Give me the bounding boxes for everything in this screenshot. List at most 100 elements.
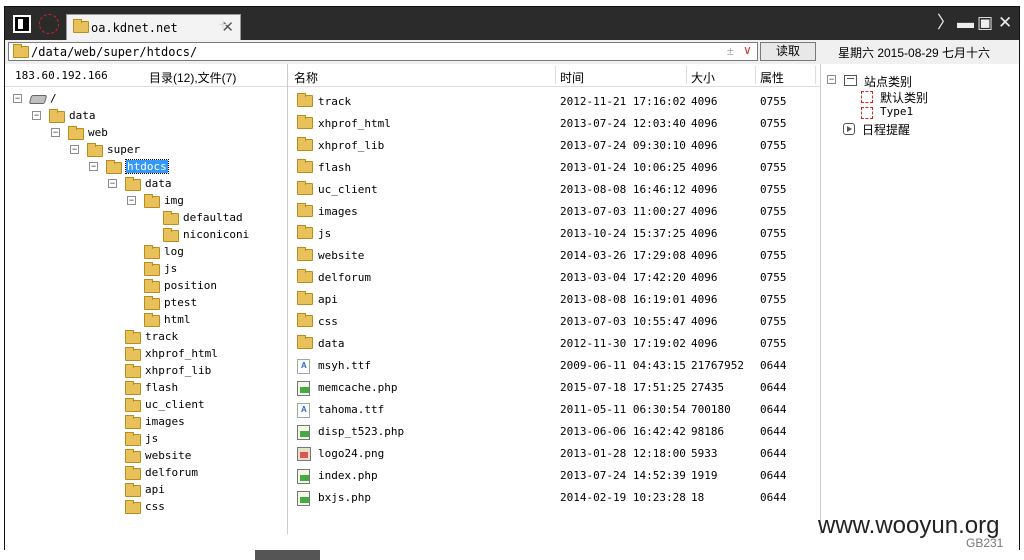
collapse-toggle[interactable]: −	[108, 179, 117, 188]
schedule-icon	[843, 123, 855, 135]
tree-node-label: uc_client	[145, 398, 205, 411]
background-bottom-strip	[0, 550, 1024, 560]
tree-node-label: api	[145, 483, 165, 496]
tree-node[interactable]: − data	[32, 108, 212, 125]
tree-node[interactable]: api	[108, 482, 288, 499]
tab-oa-kdnet[interactable]: oa.kdnet.net ✕	[66, 14, 241, 40]
column-header-attr[interactable]: 属性	[760, 69, 784, 86]
tree-node[interactable]: track	[108, 329, 288, 346]
collapse-toggle[interactable]: −	[32, 111, 41, 120]
tree-node-label: /	[50, 92, 57, 105]
minimize-button[interactable]: ▬	[957, 14, 974, 32]
file-size: 4096	[691, 117, 718, 130]
record-icon[interactable]	[39, 14, 59, 34]
file-name: website	[318, 249, 365, 262]
collapse-toggle[interactable]: −	[89, 162, 98, 171]
folder-icon	[125, 332, 141, 344]
file-name: track	[318, 95, 352, 108]
file-row[interactable]: logo24.png 2013-01-28 12:18:00 5933 0644	[288, 443, 818, 465]
collapse-toggle[interactable]: −	[70, 145, 79, 154]
new-tab-button[interactable]: +	[218, 15, 228, 35]
close-window-button[interactable]: ✕	[998, 14, 1012, 32]
tree-node-label: defaultad	[183, 211, 243, 224]
collapse-toggle[interactable]: −	[13, 94, 22, 103]
tree-node-label: data	[145, 177, 172, 190]
tree-node[interactable]: xhprof_lib	[108, 363, 288, 380]
file-row[interactable]: memcache.php 2015-07-18 17:51:25 27435 0644	[288, 377, 818, 399]
tree-node-default-category[interactable]: 默认类别	[861, 88, 981, 105]
tree-node[interactable]: css	[108, 499, 288, 516]
chevron-right-icon[interactable]: 〉	[937, 14, 954, 32]
file-row[interactable]: index.php 2013-07-24 14:52:39 1919 0644	[288, 465, 818, 487]
file-row[interactable]: website 2014-03-26 17:29:08 4096 0755	[288, 245, 818, 267]
tree-node-site-category[interactable]: − 站点类别	[827, 72, 947, 89]
tree-node[interactable]: flash	[108, 380, 288, 397]
tree-node[interactable]: − super	[70, 142, 250, 159]
file-attr: 0755	[760, 249, 787, 262]
column-divider[interactable]	[555, 66, 556, 84]
file-row[interactable]: xhprof_lib 2013-07-24 09:30:10 4096 0755	[288, 135, 818, 157]
file-time: 2013-07-24 09:30:10	[560, 139, 686, 152]
folder-icon	[297, 95, 313, 107]
file-row[interactable]: images 2013-07-03 11:00:27 4096 0755	[288, 201, 818, 223]
tree-node[interactable]: − web	[51, 125, 231, 142]
folder-icon	[125, 383, 141, 395]
column-header-size[interactable]: 大小	[691, 69, 715, 86]
background-tab	[255, 550, 320, 560]
file-row[interactable]: bxjs.php 2014-02-19 10:23:28 18 0644	[288, 487, 818, 509]
tree-node[interactable]: website	[108, 448, 288, 465]
chevron-down-icon[interactable]: ∨	[743, 43, 752, 57]
file-row[interactable]: disp_t523.php 2013-06-06 16:42:42 98186 064…	[288, 421, 818, 443]
column-divider[interactable]	[755, 66, 756, 84]
column-header-time[interactable]: 时间	[560, 69, 584, 86]
collapse-toggle[interactable]: −	[51, 128, 60, 137]
tree-node-label: web	[88, 126, 108, 139]
tree-node[interactable]: log	[127, 244, 307, 261]
file-size: 4096	[691, 161, 718, 174]
path-input[interactable]	[31, 44, 711, 59]
type1-label: Type1	[880, 105, 914, 118]
tree-node[interactable]: xhprof_html	[108, 346, 288, 363]
tree-node[interactable]: images	[108, 414, 288, 431]
file-row[interactable]: xhprof_html 2013-07-24 12:03:40 4096 0755	[288, 113, 818, 135]
file-row[interactable]: flash 2013-01-24 10:06:25 4096 0755	[288, 157, 818, 179]
app-icon[interactable]	[13, 15, 31, 33]
file-size: 4096	[691, 293, 718, 306]
file-size: 4096	[691, 315, 718, 328]
tree-node[interactable]: − htdocs	[89, 159, 269, 176]
file-row[interactable]: uc_client 2013-08-08 16:46:12 4096 0755	[288, 179, 818, 201]
file-attr: 0755	[760, 117, 787, 130]
tree-node-label: niconiconi	[183, 228, 250, 241]
tree-node-type1[interactable]: Type1	[861, 104, 981, 121]
plus-minus-icon[interactable]: ±	[727, 44, 734, 58]
file-row[interactable]: data 2012-11-30 17:19:02 4096 0755	[288, 333, 818, 355]
column-header-name[interactable]: 名称	[294, 69, 318, 86]
tree-node[interactable]: html	[127, 312, 307, 329]
file-name: disp_t523.php	[318, 425, 405, 438]
tree-node[interactable]: js	[127, 261, 307, 278]
tree-node[interactable]: position	[127, 278, 307, 295]
file-row[interactable]: api 2013-08-08 16:19:01 4096 0755	[288, 289, 818, 311]
file-attr: 0755	[760, 337, 787, 350]
tree-node[interactable]: ptest	[127, 295, 307, 312]
read-button[interactable]: 读取	[760, 42, 816, 61]
collapse-toggle[interactable]: −	[827, 75, 836, 84]
tree-node-schedule[interactable]: 日程提醒	[843, 120, 963, 137]
tree-node[interactable]: − /	[13, 91, 193, 108]
file-row[interactable]: msyh.ttf 2009-06-11 04:43:15 21767952 0644	[288, 355, 818, 377]
tree-node[interactable]: uc_client	[108, 397, 288, 414]
tree-node[interactable]: delforum	[108, 465, 288, 482]
column-divider[interactable]	[686, 66, 687, 84]
tree-node[interactable]: − img	[127, 193, 307, 210]
maximize-button[interactable]: ▣	[977, 14, 993, 32]
file-row[interactable]: js 2013-10-24 15:37:25 4096 0755	[288, 223, 818, 245]
file-row[interactable]: delforum 2013-03-04 17:42:20 4096 0755	[288, 267, 818, 289]
file-row[interactable]: css 2013-07-03 10:55:47 4096 0755	[288, 311, 818, 333]
tree-node[interactable]: js	[108, 431, 288, 448]
file-row[interactable]: track 2012-11-21 17:16:02 4096 0755	[288, 91, 818, 113]
column-divider[interactable]	[815, 66, 816, 84]
collapse-toggle[interactable]: −	[127, 196, 136, 205]
file-row[interactable]: tahoma.ttf 2011-05-11 06:30:54 700180 0644	[288, 399, 818, 421]
file-name: api	[318, 293, 338, 306]
tree-node[interactable]: − data	[108, 176, 288, 193]
